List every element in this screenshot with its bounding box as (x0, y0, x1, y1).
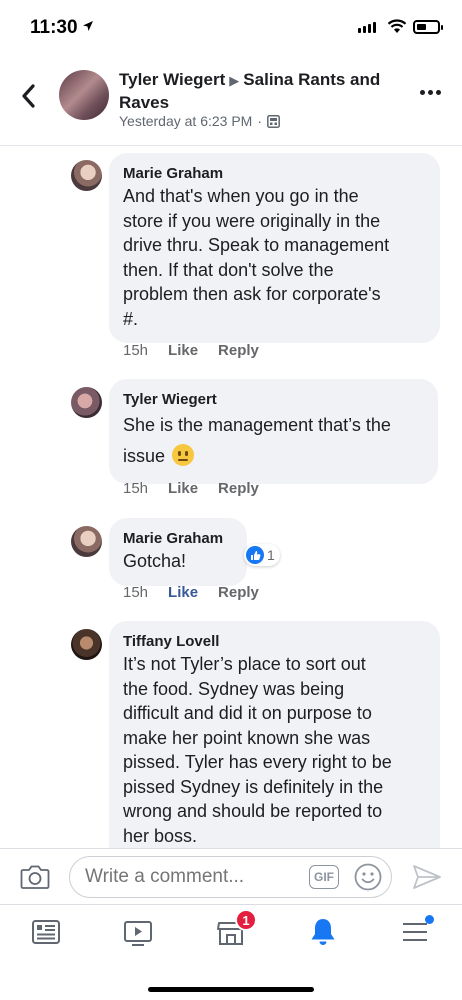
like-button[interactable]: Like (168, 584, 198, 601)
post-title: Tyler Wiegert ▶ Salina Rants and Raves (119, 69, 419, 114)
comment-actions: 15h Like Reply (123, 584, 259, 601)
commenter-avatar[interactable] (71, 387, 102, 418)
reply-button[interactable]: Reply (218, 480, 259, 497)
post-author-name[interactable]: Tyler Wiegert (119, 70, 225, 89)
neutral-face-emoji-icon (172, 444, 195, 466)
status-time: 11:30 (30, 17, 78, 38)
meta-separator: · (257, 113, 263, 129)
author-avatar[interactable] (59, 70, 109, 120)
gif-icon[interactable]: GIF (309, 865, 339, 889)
camera-icon[interactable] (20, 864, 50, 890)
post-header: Tyler Wiegert ▶ Salina Rants and Raves Yes… (0, 56, 462, 146)
comment-author[interactable]: Marie Graham (123, 164, 426, 184)
reply-button[interactable]: Reply (218, 584, 259, 601)
comment-text: It’s not Tyler’s place to sort out the f… (123, 654, 392, 846)
cell-signal-icon (358, 22, 376, 33)
reply-button[interactable]: Reply (218, 342, 259, 359)
comment-bubble[interactable]: Tiffany Lovell It’s not Tyler’s place to… (109, 621, 440, 848)
comment-text: She is the management that’s the issue (123, 415, 391, 466)
status-bar: 11:30 (0, 0, 462, 56)
commenter-avatar[interactable] (71, 526, 102, 557)
comment-input[interactable] (69, 856, 392, 898)
marketplace-badge: 1 (235, 909, 257, 931)
like-button[interactable]: Like (168, 480, 198, 497)
menu-notification-dot (425, 915, 434, 924)
sticker-smile-icon[interactable] (354, 863, 382, 891)
reaction-count: 1 (267, 547, 275, 563)
comment-time: 15h (123, 480, 149, 497)
home-indicator[interactable] (148, 987, 314, 992)
location-arrow-icon (83, 21, 93, 31)
like-button[interactable]: Like (168, 342, 198, 359)
bottom-tab-bar: 1 (0, 904, 462, 1000)
comment-time: 15h (123, 342, 149, 359)
comment-bubble[interactable]: Marie Graham Gotcha! (109, 518, 247, 586)
comment-text: And that's when you go in the store if y… (123, 186, 390, 329)
wifi-icon (387, 19, 407, 33)
watch-video-icon[interactable] (121, 915, 155, 949)
more-options-icon[interactable] (420, 90, 441, 95)
comment-text: Gotcha! (123, 551, 187, 571)
comment-author[interactable]: Tiffany Lovell (123, 632, 426, 652)
comment-time: 15h (123, 584, 149, 601)
send-icon[interactable] (412, 864, 442, 890)
comment-list: Marie Graham And that's when you go in t… (0, 146, 462, 848)
comment-composer: GIF (0, 848, 462, 904)
news-feed-icon[interactable] (29, 915, 63, 949)
group-privacy-icon (267, 114, 280, 128)
thumbs-up-icon (246, 546, 264, 564)
post-meta: Yesterday at 6:23 PM · (119, 113, 280, 129)
comment-bubble[interactable]: Marie Graham And that's when you go in t… (109, 153, 440, 343)
comment-actions: 15h Like Reply (123, 480, 259, 497)
right-triangle-icon: ▶ (229, 73, 240, 88)
notifications-bell-icon[interactable] (306, 915, 340, 949)
comment-author[interactable]: Tyler Wiegert (123, 390, 424, 410)
back-chevron-icon[interactable] (18, 80, 40, 112)
reaction-summary[interactable]: 1 (244, 544, 280, 566)
post-timestamp[interactable]: Yesterday at 6:23 PM (119, 113, 252, 129)
battery-icon (413, 20, 443, 34)
comment-author[interactable]: Marie Graham (123, 529, 233, 549)
commenter-avatar[interactable] (71, 629, 102, 660)
commenter-avatar[interactable] (71, 160, 102, 191)
comment-actions: 15h Like Reply (123, 342, 259, 359)
comment-bubble[interactable]: Tyler Wiegert She is the management that… (109, 379, 438, 484)
